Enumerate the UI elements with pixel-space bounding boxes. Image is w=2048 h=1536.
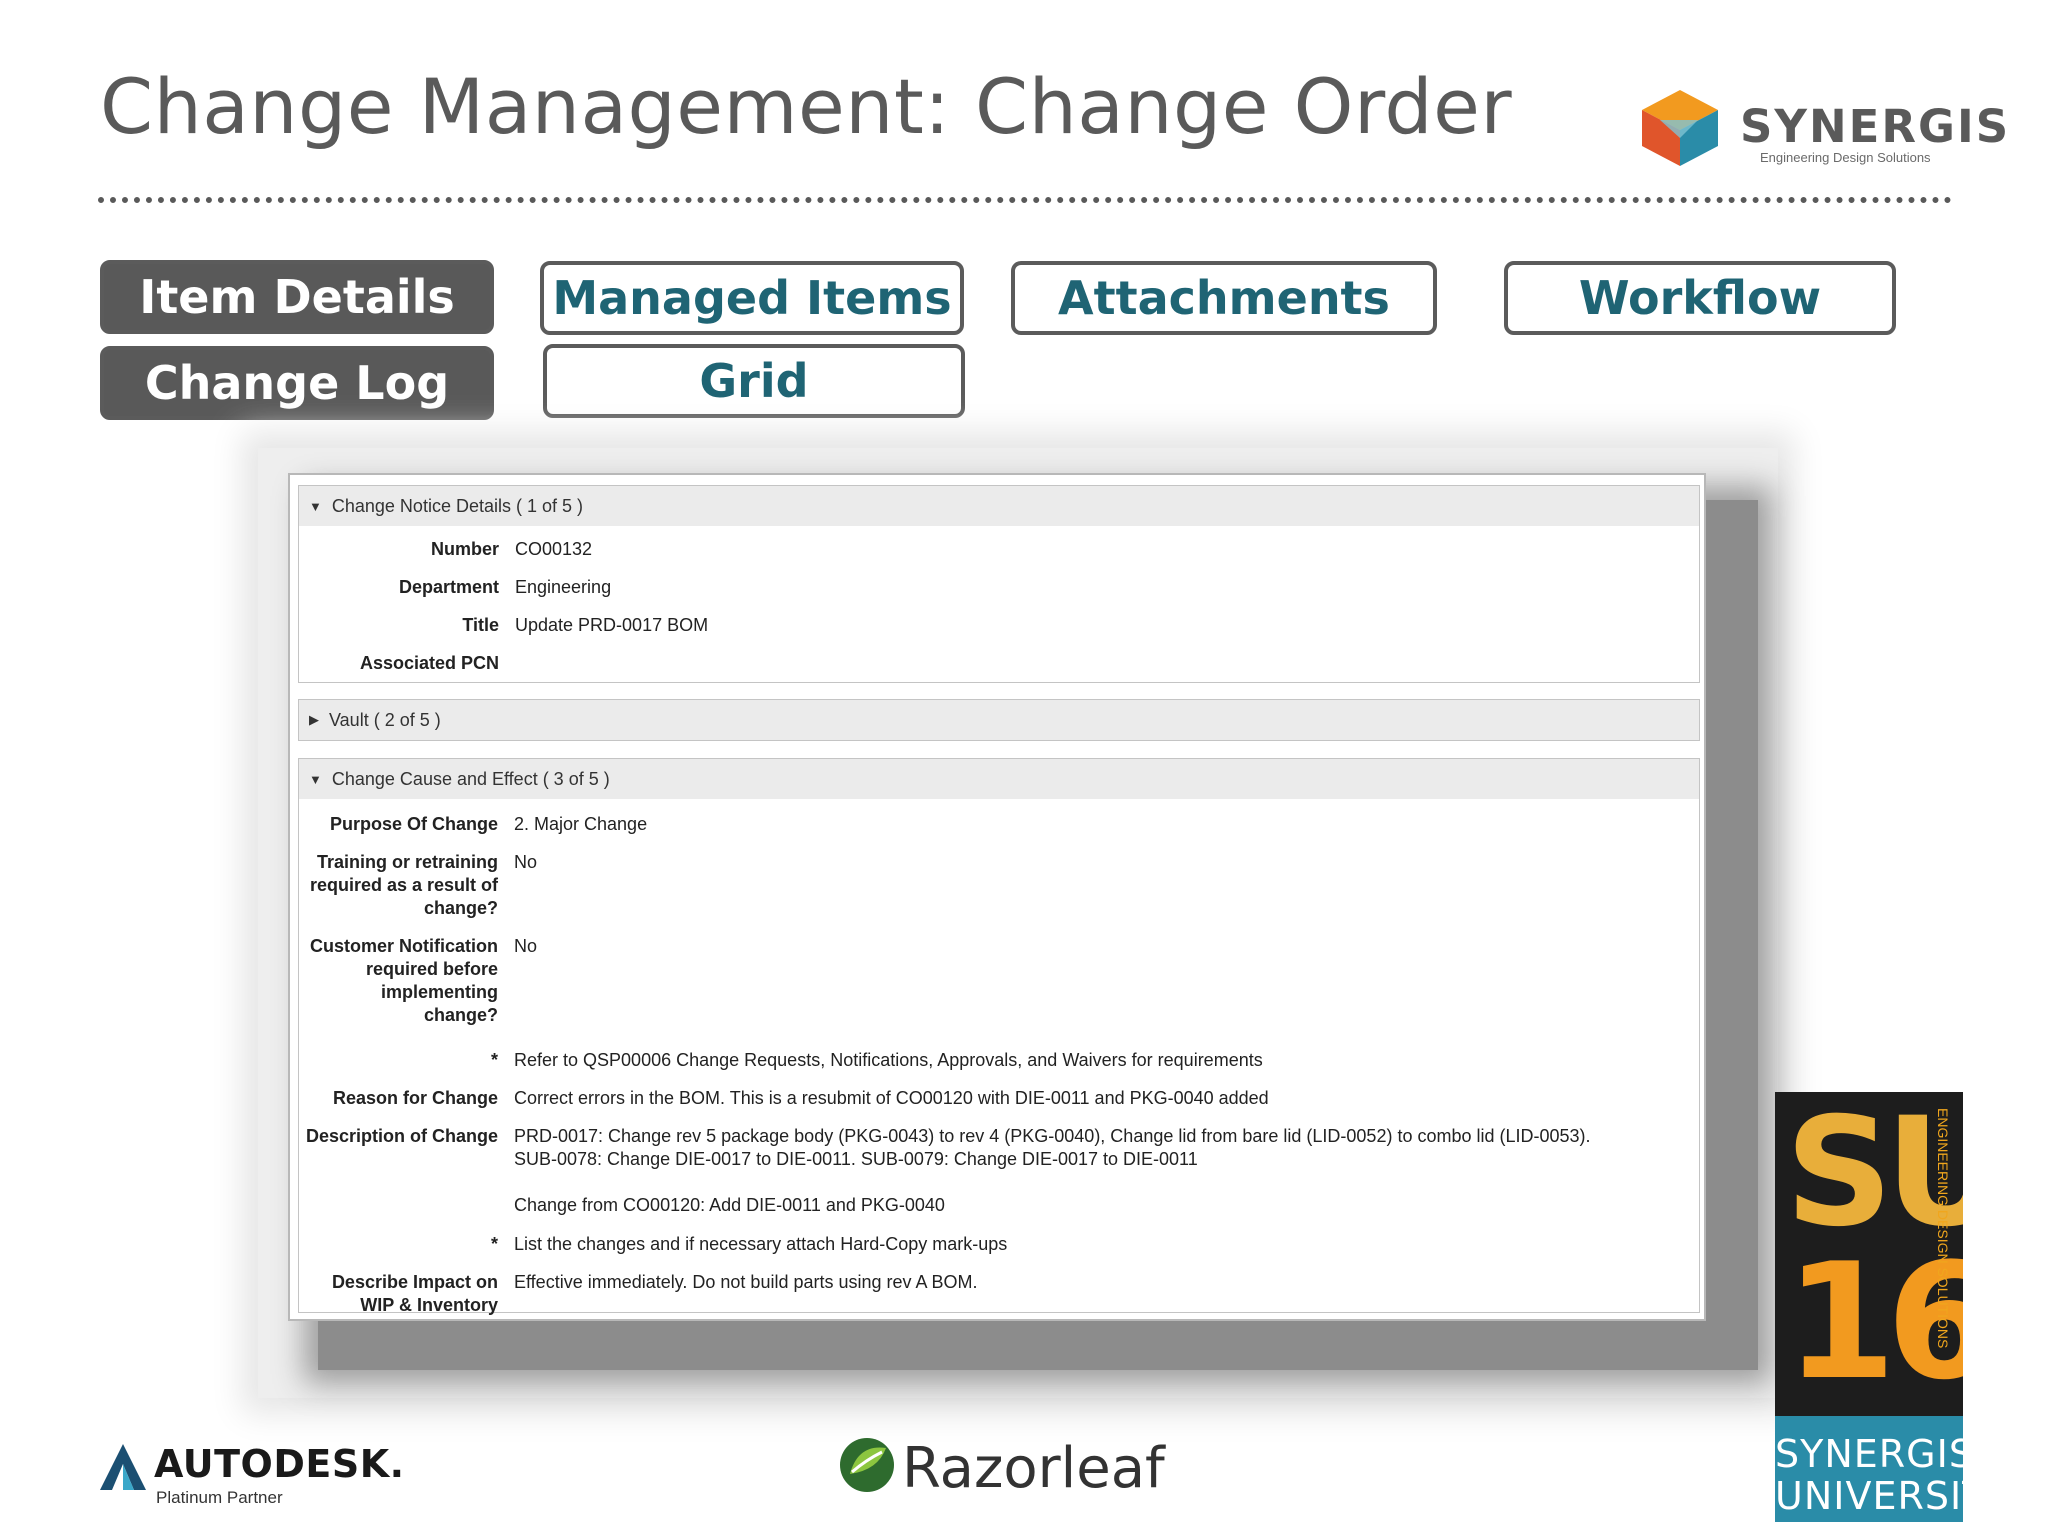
tab-change-log[interactable]: Change Log (100, 346, 494, 420)
autodesk-logo: AUTODESK. Platinum Partner (98, 1438, 404, 1508)
field-label: Reason for Change (332, 1088, 498, 1108)
su16-line-synergis: SYNERGIS (1775, 1432, 1963, 1476)
synergis-tagline: Engineering Design Solutions (1760, 150, 1931, 165)
field-label: Purpose Of Change (329, 814, 498, 834)
required-asterisk: * (490, 1050, 498, 1070)
field-value: No (514, 852, 538, 872)
field-value: List the changes and if necessary attach… (514, 1234, 1008, 1254)
field-label: Describe Impact on (331, 1272, 498, 1292)
field-value: Effective immediately. Do not build part… (514, 1272, 978, 1292)
field-label: WIP & Inventory (360, 1295, 498, 1315)
title-divider (98, 197, 1952, 203)
tab-attachments[interactable]: Attachments (1011, 261, 1437, 335)
field-label: Training or retraining (316, 852, 498, 872)
field-label: change? (423, 898, 498, 918)
change-order-form: ▼ Change Notice Details ( 1 of 5 ) Numbe… (288, 473, 1706, 1321)
field-label: change? (423, 1005, 498, 1025)
autodesk-wordmark: AUTODESK. (154, 1442, 405, 1486)
field-value: No (514, 936, 538, 956)
synergis-logo: SYNERGIS Engineering Design Solutions (1638, 88, 2008, 168)
field-label: required as a result of (309, 875, 498, 895)
tab-workflow[interactable]: Workflow (1504, 261, 1896, 335)
field-value: Correct errors in the BOM. This is a res… (514, 1088, 1269, 1108)
field-value: Change from CO00120: Add DIE-0011 and PK… (514, 1195, 945, 1215)
field-value: PRD-0017: Change rev 5 package body (PKG… (514, 1126, 1591, 1146)
cause-effect-fields: Purpose Of Change 2. Major Change Traini… (298, 475, 1700, 1323)
su16-line-university: UNIVERSITY (1775, 1474, 1963, 1518)
tab-item-details[interactable]: Item Details (100, 260, 494, 334)
razorleaf-leaf-icon (840, 1438, 894, 1492)
slide-title: Change Management: Change Order (100, 62, 1513, 151)
field-label: required before (365, 959, 498, 979)
razorleaf-wordmark: Razorleaf (902, 1436, 1165, 1501)
synergis-mark-icon (1642, 90, 1718, 166)
required-asterisk: * (490, 1234, 498, 1254)
field-value: Refer to QSP00006 Change Requests, Notif… (514, 1050, 1263, 1070)
autodesk-mark-icon (100, 1444, 146, 1490)
razorleaf-logo: Razorleaf (838, 1432, 1165, 1502)
tab-grid[interactable]: Grid (543, 344, 965, 418)
su16-university-band: SYNERGIS UNIVERSITY (1775, 1416, 1963, 1522)
field-value: 2. Major Change (514, 814, 648, 834)
field-label: Customer Notification (309, 936, 498, 956)
field-label: Description of Change (305, 1126, 498, 1146)
field-label: implementing (380, 982, 498, 1002)
synergis-wordmark: SYNERGIS (1740, 100, 2011, 153)
tab-managed-items[interactable]: Managed Items (540, 261, 964, 335)
su16-side-text: ENGINEERING DESIGN SOLUTIONS (1935, 1108, 1951, 1349)
autodesk-subtitle: Platinum Partner (156, 1488, 283, 1507)
synergis-university-logo: SU 16 ENGINEERING DESIGN SOLUTIONS SYNER… (1775, 1092, 1963, 1522)
field-value: SUB-0078: Change DIE-0017 to DIE-0011. S… (514, 1149, 1198, 1169)
